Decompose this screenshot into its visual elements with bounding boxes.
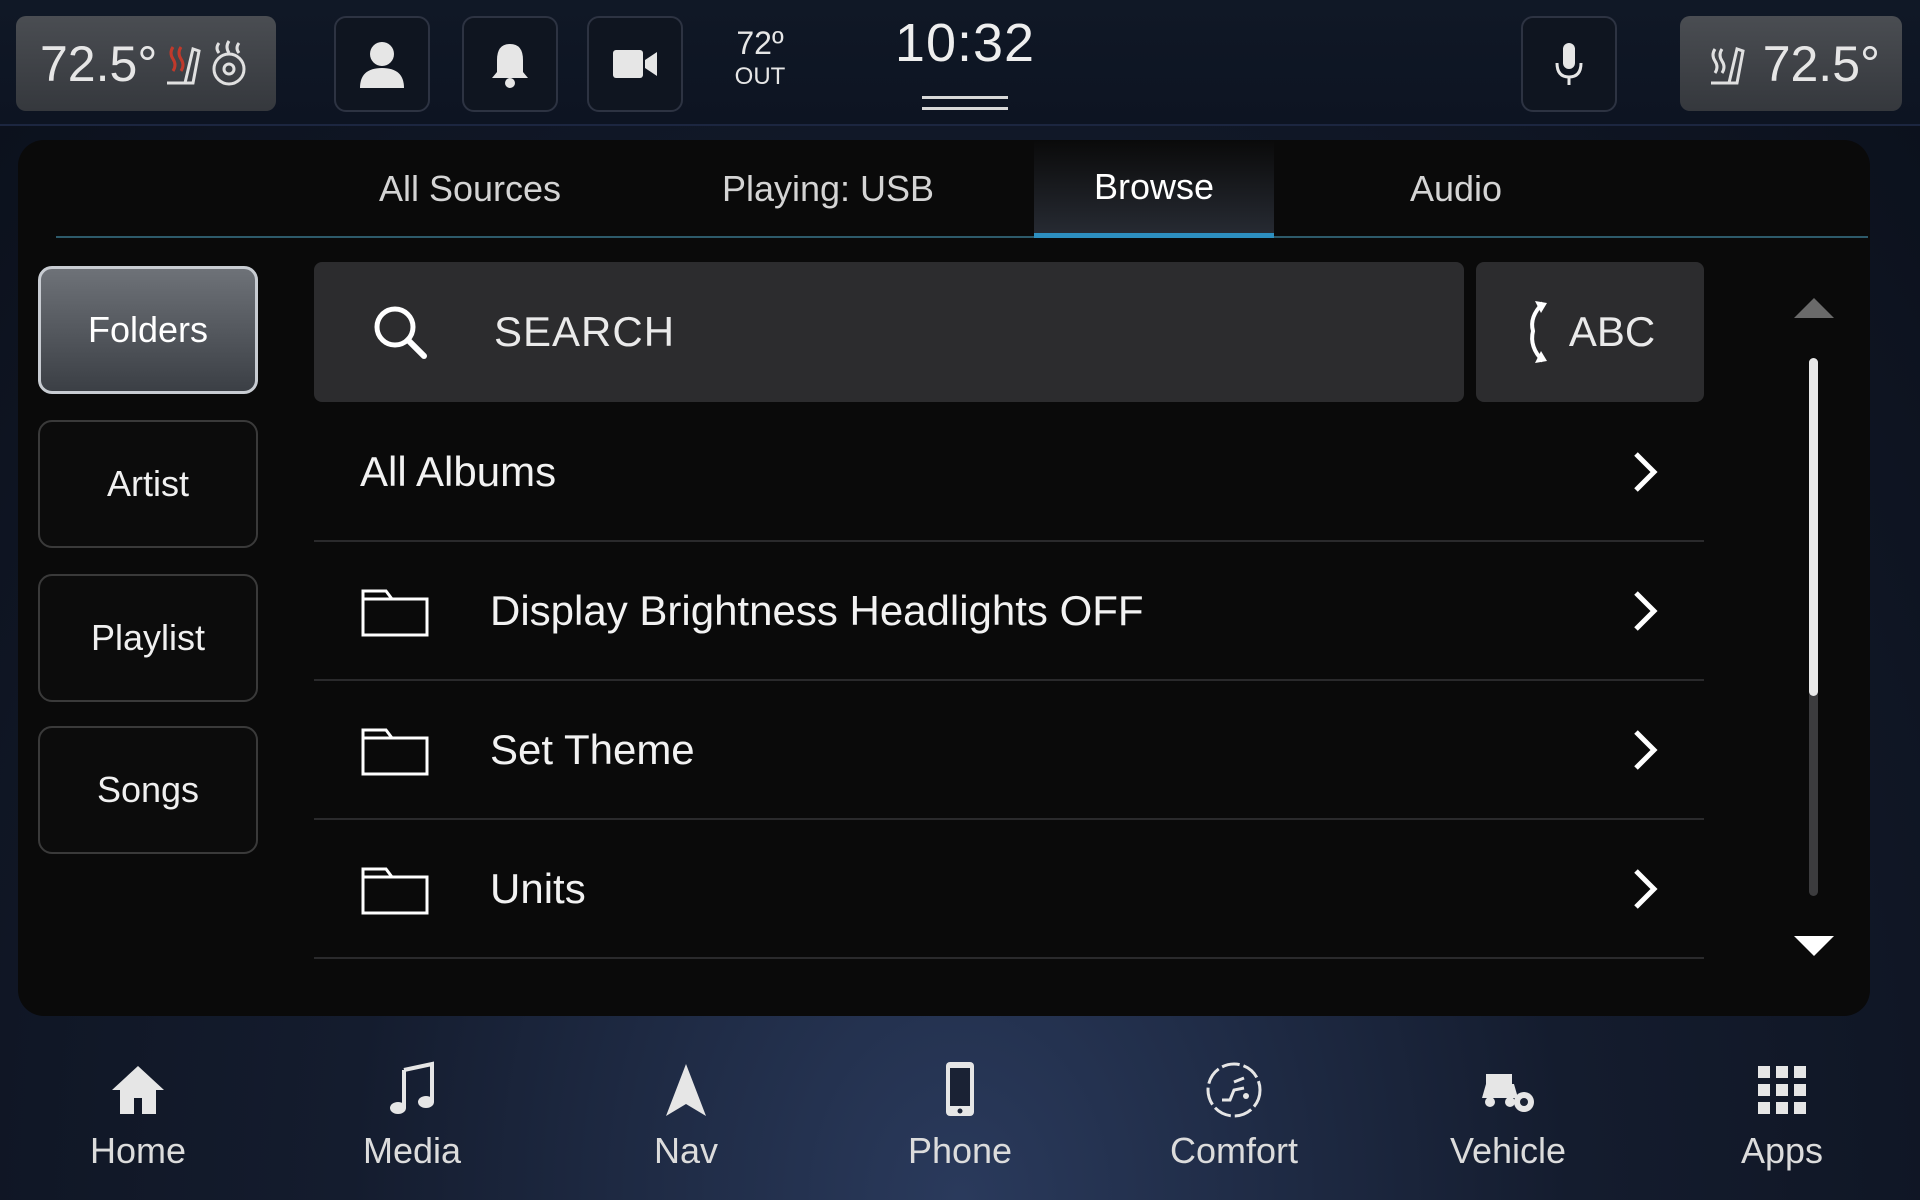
bottom-navigation: Home Media Nav Phone Comfort Vehicle App… — [0, 1030, 1920, 1200]
sort-cycle-icon — [1529, 301, 1547, 363]
list-item-label: Display Brightness Headlights OFF — [490, 586, 1144, 634]
sort-label: ABC — [1568, 308, 1656, 355]
heated-seat-icon — [167, 45, 202, 84]
list-item-label: Units — [490, 864, 586, 912]
list-item-label: Set Theme — [490, 725, 695, 773]
sort-abc-button[interactable]: ABC — [1476, 262, 1704, 402]
nav-phone-button[interactable]: Phone — [860, 1060, 1060, 1190]
pull-down-handle[interactable] — [922, 96, 1008, 110]
search-label: SEARCH — [494, 308, 676, 355]
nav-comfort-button[interactable]: Comfort — [1134, 1060, 1334, 1190]
folder-icon — [361, 589, 429, 636]
nav-label: Vehicle — [1449, 1130, 1567, 1171]
chevron-right-icon — [1634, 730, 1658, 770]
outside-temp-label: OUT — [734, 63, 786, 90]
category-songs-button[interactable]: Songs — [38, 726, 258, 854]
media-browse-panel: All Sources Playing: USB Browse Audio Fo… — [18, 140, 1870, 1016]
heated-steering-wheel-icon — [212, 39, 246, 85]
home-icon — [112, 1066, 164, 1114]
bell-icon — [492, 44, 528, 88]
category-folders-button[interactable]: Folders — [38, 266, 258, 394]
nav-apps-button[interactable]: Apps — [1682, 1060, 1882, 1190]
passenger-climate-button[interactable]: 72.5° — [1680, 16, 1902, 111]
tab-audio[interactable]: Audio — [1336, 140, 1576, 238]
category-playlist-button[interactable]: Playlist — [38, 574, 258, 702]
driver-profile-button[interactable] — [334, 16, 430, 112]
nav-media-button[interactable]: Media — [312, 1060, 512, 1190]
list-item-all-albums[interactable]: All Albums — [314, 403, 1704, 542]
search-icon — [374, 306, 427, 359]
nav-label: Home — [89, 1130, 187, 1171]
comfort-icon — [1206, 1062, 1262, 1118]
nav-nav-button[interactable]: Nav — [586, 1060, 786, 1190]
chevron-right-icon — [1634, 452, 1658, 492]
vehicle-settings-icon — [1482, 1074, 1534, 1112]
driver-temp: 72.5° — [40, 35, 158, 92]
scrollbar-track[interactable] — [1809, 358, 1818, 896]
phone-icon — [946, 1062, 974, 1116]
folder-icon — [361, 867, 429, 914]
chevron-right-icon — [1634, 591, 1658, 631]
status-bar: 72.5° 72º OUT 10:32 72.5° — [0, 0, 1920, 126]
tab-all-sources[interactable]: All Sources — [330, 140, 610, 238]
nav-home-button[interactable]: Home — [38, 1060, 238, 1190]
nav-label: Media — [362, 1130, 462, 1171]
nav-label: Phone — [907, 1130, 1013, 1171]
search-button[interactable]: SEARCH — [314, 262, 1464, 402]
passenger-temp: 72.5° — [1762, 35, 1880, 92]
camera-button[interactable] — [587, 16, 683, 112]
list-item-folder[interactable]: Display Brightness Headlights OFF — [314, 542, 1704, 681]
category-artist-button[interactable]: Artist — [38, 420, 258, 548]
scroll-up-arrow-icon[interactable] — [1794, 296, 1834, 318]
nav-label: Apps — [1740, 1130, 1824, 1171]
video-camera-icon — [613, 50, 657, 78]
nav-label: Comfort — [1169, 1130, 1299, 1171]
nav-vehicle-button[interactable]: Vehicle — [1408, 1060, 1608, 1190]
tab-browse[interactable]: Browse — [1034, 140, 1274, 238]
voice-button[interactable] — [1521, 16, 1617, 112]
media-tabs: All Sources Playing: USB Browse Audio — [56, 140, 1868, 238]
infotainment-screen: 72.5° 72º OUT 10:32 72.5° All Sources Pl… — [0, 0, 1920, 1200]
list-item-folder[interactable]: Units — [314, 820, 1704, 959]
outside-temp-value: 72º — [736, 25, 784, 61]
tab-playing-usb[interactable]: Playing: USB — [688, 140, 968, 238]
apps-grid-icon — [1758, 1066, 1806, 1114]
driver-climate-button[interactable]: 72.5° — [16, 16, 276, 111]
scroll-down-arrow-icon[interactable] — [1794, 936, 1834, 958]
list-item-label: All Albums — [360, 447, 557, 495]
outside-temperature: 72º OUT — [720, 24, 800, 92]
heated-seat-icon — [1710, 46, 1745, 84]
clock: 10:32 — [894, 13, 1036, 73]
notifications-button[interactable] — [462, 16, 558, 112]
navigation-arrow-icon — [666, 1064, 706, 1116]
folder-icon — [361, 728, 429, 775]
chevron-right-icon — [1634, 869, 1658, 909]
user-icon — [360, 42, 404, 88]
list-item-folder[interactable]: Set Theme — [314, 681, 1704, 820]
microphone-icon — [1555, 43, 1583, 85]
scrollbar-thumb[interactable] — [1809, 358, 1818, 696]
nav-label: Nav — [653, 1130, 719, 1171]
music-note-icon — [390, 1061, 434, 1114]
